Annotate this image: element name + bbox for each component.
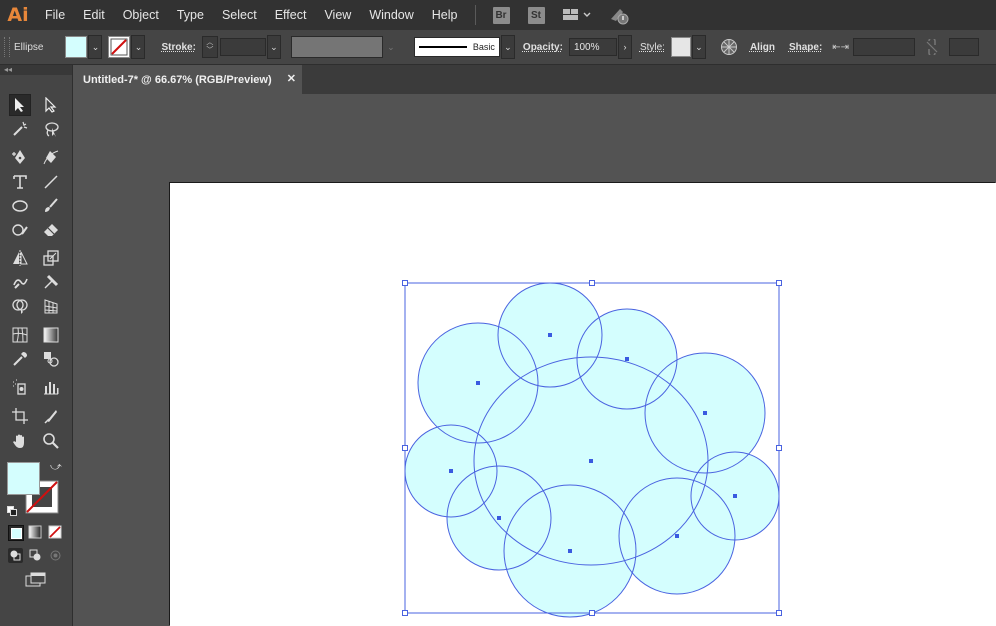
artwork-layer	[402, 280, 782, 618]
handle-top-center	[589, 280, 595, 286]
handle-bottom-center	[589, 610, 595, 616]
ellipse-group[interactable]	[405, 283, 779, 617]
handle-middle-left	[402, 445, 408, 451]
fill-color-box[interactable]	[7, 462, 40, 495]
handle-middle-right	[776, 445, 782, 451]
handle-bottom-right	[776, 610, 782, 616]
handle-top-right	[776, 280, 782, 286]
handle-bottom-left	[402, 610, 408, 616]
handle-top-left	[402, 280, 408, 286]
